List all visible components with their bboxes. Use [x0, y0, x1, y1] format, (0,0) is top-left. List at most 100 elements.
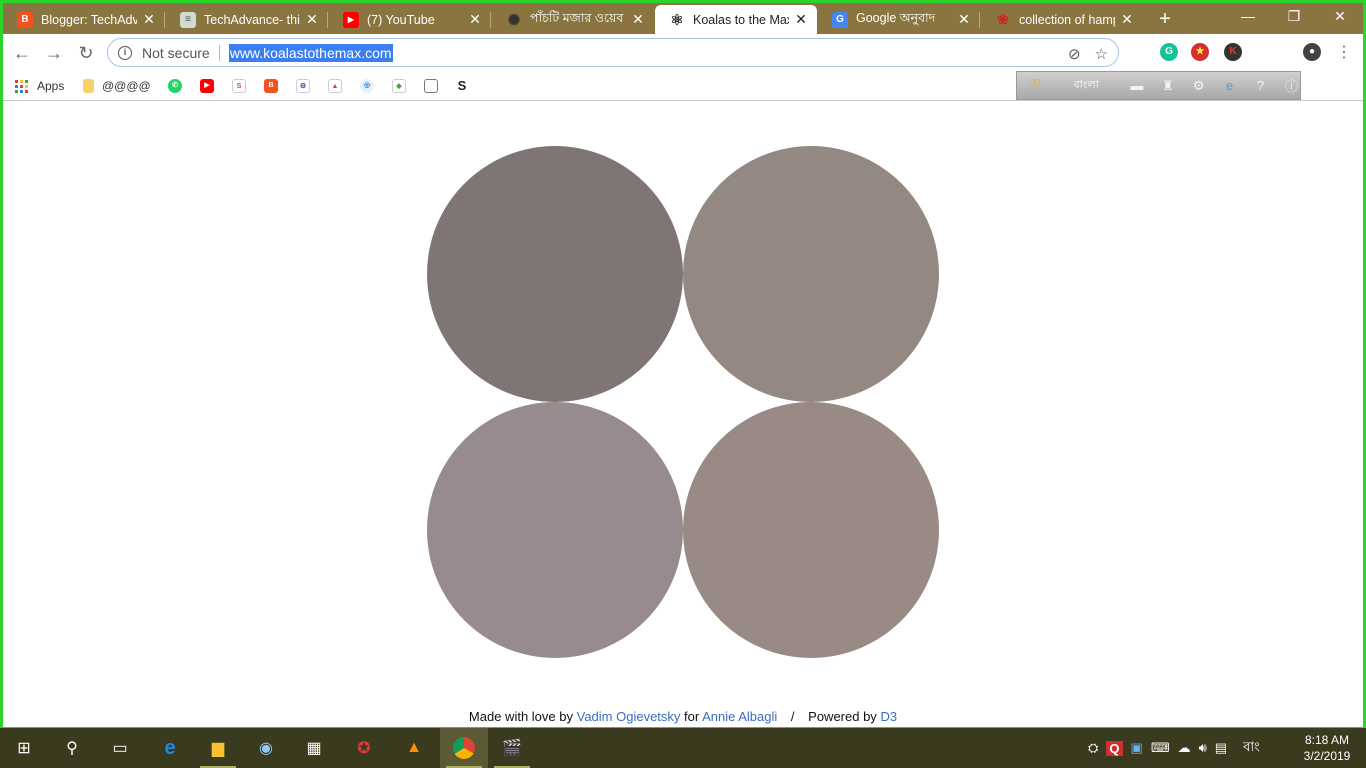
- koala-circle[interactable]: [683, 402, 939, 658]
- bookmark-site-c[interactable]: ◎: [360, 78, 382, 94]
- tab-title: Koalas to the Max: [693, 12, 789, 27]
- author-link[interactable]: Vadim Ogievetsky: [577, 709, 681, 724]
- taskbar-store[interactable]: ▦: [290, 728, 338, 768]
- game-icon: ✪: [357, 740, 371, 757]
- translate-icon[interactable]: ⊘: [1068, 45, 1081, 63]
- taskbar-vlc[interactable]: ▲: [390, 728, 438, 768]
- bookmark-site-b[interactable]: ▲: [328, 78, 350, 94]
- tab-collection[interactable]: ❀ collection of hamp ✕: [981, 5, 1143, 34]
- tab-youtube[interactable]: ▶ (7) YouTube ✕: [329, 5, 491, 34]
- taskbar-file-explorer[interactable]: ▆: [194, 728, 242, 768]
- footer: Made with love by Vadim Ogievetsky for A…: [3, 709, 1363, 724]
- tab-google-translate[interactable]: G Google অনুবাদ ✕: [818, 5, 980, 34]
- task-view-button[interactable]: ▭: [96, 728, 144, 768]
- tab-techadvance[interactable]: ≡ TechAdvance- this ✕: [166, 5, 328, 34]
- clock-time: 8:18 AM: [1304, 733, 1350, 747]
- close-window-icon[interactable]: ✕: [1317, 3, 1363, 31]
- youtube-icon: ▶: [343, 11, 359, 28]
- taskbar-media[interactable]: ◉: [242, 728, 290, 768]
- search-icon: ⚲: [66, 740, 78, 757]
- tab-koalas[interactable]: ⚛ Koalas to the Max ✕: [655, 5, 817, 34]
- tab-bangla-web[interactable]: ✺ পাঁচটি মজার ওয়েব ✕: [492, 5, 654, 34]
- d3-link[interactable]: D3: [880, 709, 897, 724]
- store-icon: ▦: [306, 740, 322, 757]
- notification-icon[interactable]: ▤: [1215, 740, 1227, 756]
- recipient-link[interactable]: Annie Albagli: [702, 709, 777, 724]
- extension-k-icon[interactable]: K: [1224, 43, 1242, 61]
- close-icon[interactable]: ✕: [956, 11, 972, 28]
- footer-text: Powered by: [808, 709, 877, 724]
- koala-circle[interactable]: [427, 402, 683, 658]
- bangla-letter-icon[interactable]: অ: [1027, 75, 1044, 96]
- bookmark-apps[interactable]: Apps: [15, 78, 64, 94]
- network-icon[interactable]: ⌨: [1151, 740, 1170, 756]
- bookmark-site-a[interactable]: ⚙: [296, 78, 318, 94]
- address-bar[interactable]: i Not secure www.koalastothemax.com ⊘ ☆: [107, 38, 1119, 67]
- close-icon[interactable]: ✕: [1119, 11, 1135, 28]
- bookmark-folder[interactable]: @@@@: [83, 78, 151, 94]
- close-icon[interactable]: ✕: [793, 11, 809, 28]
- tray-app-icon[interactable]: ⛭: [1088, 740, 1098, 756]
- bookmark-label: Apps: [37, 79, 65, 93]
- taskbar-edge[interactable]: e: [146, 728, 194, 768]
- tab-blogger[interactable]: B Blogger: TechAdvance ✕: [3, 5, 165, 34]
- search-button[interactable]: ⚲: [48, 728, 96, 768]
- new-tab-button[interactable]: +: [1153, 7, 1177, 31]
- close-icon[interactable]: ✕: [630, 11, 646, 28]
- volume-icon[interactable]: 🔊︎: [1199, 740, 1207, 756]
- apps-icon: [15, 79, 28, 93]
- bookmark-page[interactable]: [424, 78, 446, 94]
- security-label[interactable]: Not secure: [142, 45, 210, 61]
- taskbar-video-editor[interactable]: 🎬: [488, 728, 536, 768]
- grammarly-icon[interactable]: G: [1160, 43, 1178, 61]
- onedrive-icon[interactable]: ☁: [1178, 740, 1191, 756]
- taskbar-chrome[interactable]: [440, 728, 488, 768]
- url-text[interactable]: www.koalastothemax.com: [228, 43, 393, 62]
- close-icon[interactable]: ✕: [304, 11, 320, 28]
- react-icon: ⚛: [670, 11, 684, 29]
- restore-icon[interactable]: ❐: [1271, 3, 1317, 31]
- back-icon[interactable]: ←: [9, 40, 35, 66]
- bookmark-blogger[interactable]: B: [264, 78, 286, 94]
- forward-icon[interactable]: →: [41, 40, 67, 66]
- bookmark-sst[interactable]: S: [232, 78, 254, 94]
- tab-title: পাঁচটি মজার ওয়েব: [530, 10, 624, 25]
- bookmark-s[interactable]: S: [455, 78, 477, 94]
- keyboard-icon[interactable]: ▬: [1128, 78, 1145, 93]
- bookmark-site-d[interactable]: ◆: [392, 78, 414, 94]
- bookmark-whatsapp[interactable]: ✆: [168, 78, 190, 94]
- clapper-icon: 🎬: [502, 740, 522, 757]
- avatar[interactable]: ●: [1303, 43, 1321, 61]
- bookmark-star-icon[interactable]: ☆: [1095, 45, 1108, 63]
- ie-icon[interactable]: e: [1221, 78, 1238, 93]
- koala-circle[interactable]: [683, 146, 939, 402]
- help-icon[interactable]: ?: [1252, 78, 1269, 93]
- start-button[interactable]: ⊞: [0, 728, 48, 768]
- minimize-icon[interactable]: —: [1225, 3, 1271, 31]
- windows-icon: ⊞: [17, 740, 31, 757]
- info-icon[interactable]: ⓘ: [1283, 76, 1300, 95]
- bookmark-youtube[interactable]: ▶: [200, 78, 222, 94]
- extension-star-icon[interactable]: ★: [1191, 43, 1209, 61]
- taskbar-game[interactable]: ✪: [340, 728, 388, 768]
- input-language[interactable]: বাং: [1243, 738, 1260, 759]
- menu-icon[interactable]: ⋮: [1331, 40, 1357, 66]
- chess-icon[interactable]: ♜: [1159, 78, 1176, 94]
- koala-circle[interactable]: [427, 146, 683, 402]
- tray-keyboard-icon[interactable]: ▣: [1131, 740, 1143, 756]
- footer-text: for: [684, 709, 700, 724]
- close-icon[interactable]: ✕: [467, 11, 483, 28]
- system-tray: ⛭ Q ▣ ⌨ ☁ 🔊︎ ▤ বাং: [1088, 728, 1260, 768]
- youtube-icon: ▶: [200, 79, 214, 93]
- gear-icon[interactable]: ⚙: [1190, 78, 1207, 94]
- info-icon[interactable]: i: [118, 45, 132, 60]
- clock[interactable]: 8:18 AM 3/2/2019: [1294, 732, 1360, 764]
- reload-icon[interactable]: ↻: [73, 40, 99, 66]
- tray-q-icon[interactable]: Q: [1106, 740, 1123, 756]
- close-icon[interactable]: ✕: [141, 11, 157, 28]
- bangla-keyboard-toolbar: অ বাংলা ▬ ♜ ⚙ e ? ⓘ: [1016, 71, 1301, 100]
- folder-icon: [83, 79, 94, 93]
- footer-text: Made with love by: [468, 709, 573, 724]
- s-logo-icon: S: [455, 79, 469, 93]
- language-selector[interactable]: বাংলা: [1058, 76, 1114, 95]
